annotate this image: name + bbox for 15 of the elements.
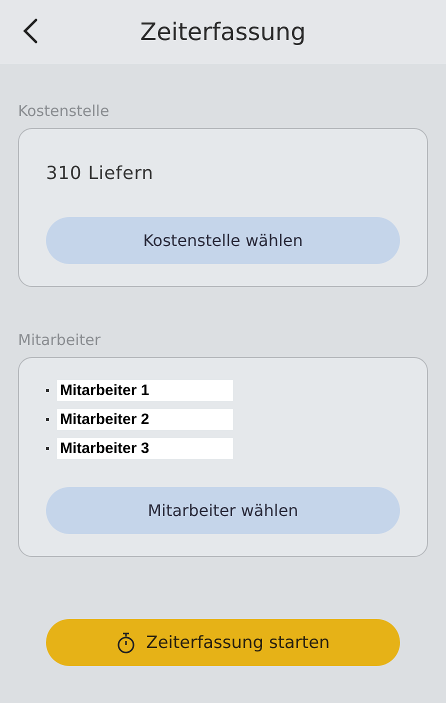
section-label: Kostenstelle <box>18 102 110 120</box>
employee-name: Mitarbeiter 2 <box>57 409 233 430</box>
bullet-icon <box>46 389 49 392</box>
cost-center-value: 310 Liefern <box>46 163 154 184</box>
stopwatch-icon <box>116 632 136 654</box>
page-title: Zeiterfassung <box>140 18 306 46</box>
select-cost-center-button[interactable]: Kostenstelle wählen <box>46 217 400 264</box>
employee-name: Mitarbeiter 1 <box>57 380 233 401</box>
select-employees-button[interactable]: Mitarbeiter wählen <box>46 487 400 534</box>
bullet-icon <box>46 447 49 450</box>
start-button-label: Zeiterfassung starten <box>146 632 330 652</box>
section-label: Mitarbeiter <box>18 331 101 349</box>
employee-name: Mitarbeiter 3 <box>57 438 233 459</box>
bullet-icon <box>46 418 49 421</box>
start-time-tracking-button[interactable]: Zeiterfassung starten <box>46 619 400 666</box>
